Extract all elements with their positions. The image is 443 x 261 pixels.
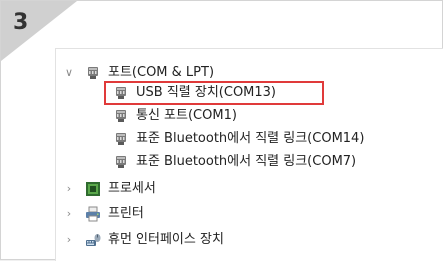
processor-chip-icon [85,181,101,197]
tree-category-label: 프로세서 [108,181,156,196]
tree-category-hid[interactable]: › 휴먼 인터페이스 장치 [63,229,224,251]
tree-item-label: 표준 Bluetooth에서 직렬 링크(COM7) [136,154,357,169]
tree-item-label: 표준 Bluetooth에서 직렬 링크(COM14) [136,131,365,146]
hid-device-icon [85,232,101,248]
port-connector-icon [113,108,129,124]
tree-item-bluetooth-com7[interactable]: 표준 Bluetooth에서 직렬 링크(COM7) [113,151,356,173]
port-connector-icon [113,154,129,170]
tree-category-processors[interactable]: › 프로세서 [63,178,156,200]
tree-category-label: 휴먼 인터페이스 장치 [108,232,224,247]
printer-icon [85,206,101,222]
screenshot-frame: 3 ∨ 포트(COM & LPT) USB 직렬 장치(COM13) 통신 포트… [0,0,443,261]
highlight-box [104,81,324,105]
tree-item-com1[interactable]: 통신 포트(COM1) [113,105,237,127]
tree-item-label: 통신 포트(COM1) [136,108,237,123]
chevron-down-icon[interactable]: ∨ [63,62,75,84]
tree-category-label: 프린터 [108,206,144,221]
step-number: 3 [13,10,29,35]
chevron-right-icon[interactable]: › [63,178,75,200]
port-connector-icon [113,131,129,147]
tree-category-printers[interactable]: › 프린터 [63,203,144,225]
tree-item-bluetooth-com14[interactable]: 표준 Bluetooth에서 직렬 링크(COM14) [113,128,364,150]
chevron-right-icon[interactable]: › [63,203,75,225]
chevron-right-icon[interactable]: › [63,229,75,251]
port-connector-icon [85,65,101,81]
